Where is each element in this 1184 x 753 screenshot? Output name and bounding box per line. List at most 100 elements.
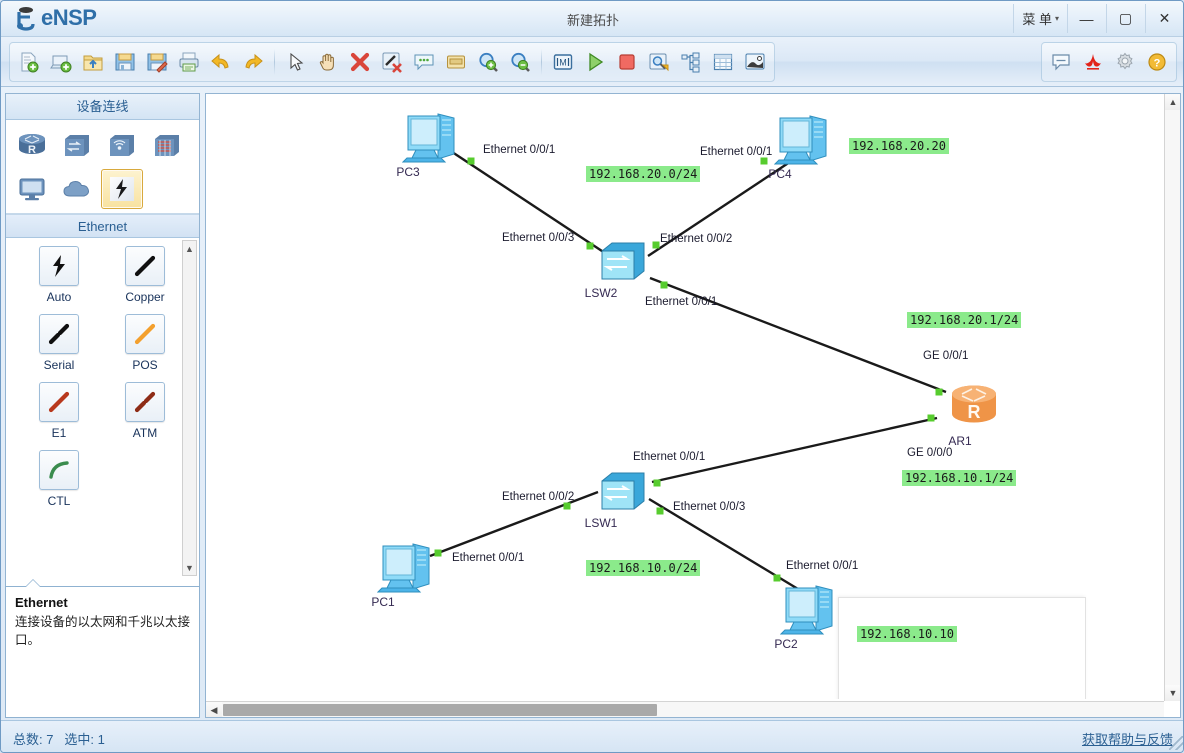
device-category-link[interactable] <box>101 169 143 209</box>
topology-canvas-container[interactable]: R PC3 PC4 LSW2 AR1 LSW1 PC1 PC2 Ethernet 0/0/1 E… <box>205 93 1181 718</box>
ip-badge-ge000[interactable]: 192.168.10.1/24 <box>902 470 1017 486</box>
scroll-up-icon[interactable]: ▲ <box>183 241 196 256</box>
link-type-auto[interactable]: Auto <box>16 246 102 314</box>
resize-grip-icon[interactable] <box>1169 736 1183 750</box>
scroll-down-icon[interactable]: ▼ <box>183 560 196 575</box>
background-icon[interactable] <box>740 47 770 77</box>
maximize-icon: ▢ <box>1118 10 1133 26</box>
node-lsw1[interactable] <box>594 471 650 520</box>
settings-gear-icon[interactable] <box>1110 47 1140 77</box>
port-dot-ar1-ge1[interactable] <box>935 388 943 396</box>
port-dot-pc2[interactable] <box>773 574 781 582</box>
zoom-in-icon[interactable] <box>473 47 503 77</box>
save-as-icon[interactable] <box>142 47 172 77</box>
ip-badge-pc2[interactable]: 192.168.10.10 <box>857 626 957 642</box>
pan-hand-icon[interactable] <box>313 47 343 77</box>
floating-overlay-panel[interactable] <box>838 597 1086 699</box>
port-dot-pc3[interactable] <box>467 157 475 165</box>
canvas-vertical-scrollbar[interactable]: ▲ ▼ <box>1164 94 1180 701</box>
zoom-out-icon[interactable] <box>505 47 535 77</box>
link-type-atm[interactable]: ATM <box>102 382 188 450</box>
capture-packet-icon[interactable] <box>644 47 674 77</box>
topology-tree-icon[interactable] <box>676 47 706 77</box>
select-pointer-icon[interactable] <box>281 47 311 77</box>
canvas-hscroll-thumb[interactable] <box>223 704 657 716</box>
canvas-scroll-down-icon[interactable]: ▼ <box>1165 685 1180 701</box>
canvas-scroll-up-icon[interactable]: ▲ <box>1165 94 1180 110</box>
port-dot-lsw2-e3[interactable] <box>586 242 594 250</box>
new-device-icon[interactable] <box>46 47 76 77</box>
link-type-pos[interactable]: POS <box>102 314 188 382</box>
link-section-title: Ethernet <box>6 214 199 238</box>
port-dot-lsw2-e2[interactable] <box>652 241 660 249</box>
link-type-serial[interactable]: Serial <box>16 314 102 382</box>
save-icon[interactable] <box>110 47 140 77</box>
node-lsw1-label: LSW1 <box>584 516 618 530</box>
huawei-icon[interactable] <box>1078 47 1108 77</box>
topology-canvas[interactable]: R PC3 PC4 LSW2 AR1 LSW1 PC1 PC2 Ethernet 0/0/1 E… <box>206 94 1164 699</box>
toolbar-separator <box>274 49 275 75</box>
redo-icon[interactable] <box>238 47 268 77</box>
minimize-button[interactable]: — <box>1067 4 1105 33</box>
port-dot-pc4[interactable] <box>760 157 768 165</box>
device-category-endpoint[interactable] <box>11 169 53 209</box>
add-note-icon[interactable] <box>409 47 439 77</box>
device-category-wlan[interactable] <box>101 126 143 166</box>
ip-badge-net10[interactable]: 192.168.10.0/24 <box>586 560 701 576</box>
close-button[interactable]: ✕ <box>1145 4 1183 33</box>
print-icon[interactable] <box>174 47 204 77</box>
link-type-ctl[interactable]: CTL <box>16 450 102 518</box>
help-feedback-link[interactable]: 获取帮助与反馈 <box>1082 729 1173 748</box>
link-type-label: CTL <box>47 494 71 508</box>
grid-icon[interactable] <box>708 47 738 77</box>
port-dot-lsw1-e2[interactable] <box>563 502 571 510</box>
svg-text:R: R <box>28 144 36 156</box>
menu-button[interactable]: 菜 单 ▾ <box>1013 4 1067 33</box>
device-tooltip-box: Ethernet 连接设备的以太网和千兆以太接口。 <box>5 586 200 718</box>
link-type-copper[interactable]: Copper <box>102 246 188 314</box>
link-type-label: Serial <box>43 358 75 372</box>
help-icon[interactable]: ? <box>1142 47 1172 77</box>
tooltip-title: Ethernet <box>15 595 68 610</box>
device-category-cloud[interactable] <box>56 169 98 209</box>
node-pc3[interactable] <box>401 110 460 171</box>
node-pc4[interactable] <box>773 112 832 173</box>
device-category-router[interactable]: R <box>11 126 53 166</box>
link-type-e1[interactable]: E1 <box>16 382 102 450</box>
ip-badge-net20[interactable]: 192.168.20.0/24 <box>586 166 701 182</box>
chat-icon[interactable] <box>1046 47 1076 77</box>
title-bar: eNSP 新建拓扑 菜 单 ▾ — ▢ ✕ <box>1 1 1183 37</box>
port-dot-ar1-ge0[interactable] <box>927 414 935 422</box>
node-lsw2[interactable] <box>594 241 650 290</box>
delete-link-icon[interactable] <box>377 47 407 77</box>
undo-icon[interactable] <box>206 47 236 77</box>
link-ar1-lsw1[interactable] <box>651 416 938 484</box>
ip-badge-ge001[interactable]: 192.168.20.1/24 <box>907 312 1022 328</box>
maximize-button[interactable]: ▢ <box>1106 4 1144 33</box>
device-category-switch[interactable] <box>56 126 98 166</box>
stop-device-icon[interactable] <box>612 47 642 77</box>
port-dot-lsw2-e1[interactable] <box>660 281 668 289</box>
node-ar1[interactable]: R <box>946 382 1002 437</box>
port-dot-lsw1-e3[interactable] <box>656 507 664 515</box>
ip-badge-pc4[interactable]: 192.168.20.20 <box>849 138 949 154</box>
device-panel-title: 设备连线 <box>6 94 199 120</box>
delete-icon[interactable] <box>345 47 375 77</box>
iflabel-lsw2-eth002: Ethernet 0/0/2 <box>660 233 733 245</box>
node-pc1[interactable] <box>376 540 435 601</box>
node-pc2[interactable] <box>779 582 838 643</box>
iflabel-lsw1-eth003: Ethernet 0/0/3 <box>673 501 746 513</box>
port-dot-lsw1-e1[interactable] <box>653 479 661 487</box>
device-category-grid: R <box>6 120 199 214</box>
tooltip-body: 连接设备的以太网和千兆以太接口。 <box>15 615 191 648</box>
device-category-firewall[interactable] <box>146 126 188 166</box>
start-device-icon[interactable] <box>580 47 610 77</box>
open-file-icon[interactable] <box>78 47 108 77</box>
canvas-scroll-left-icon[interactable]: ◀ <box>206 702 222 717</box>
add-shape-icon[interactable] <box>441 47 471 77</box>
canvas-horizontal-scrollbar[interactable]: ◀ <box>206 701 1164 717</box>
port-dot-pc1[interactable] <box>434 549 442 557</box>
link-list-scrollbar[interactable]: ▲ ▼ <box>182 240 197 576</box>
new-topology-icon[interactable] <box>14 47 44 77</box>
show-interface-icon[interactable]: M <box>548 47 578 77</box>
